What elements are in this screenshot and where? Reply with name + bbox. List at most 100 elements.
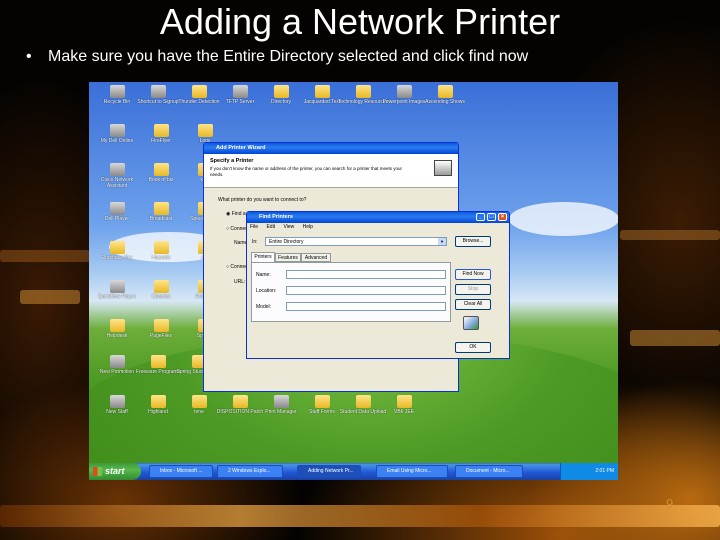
wizard-title: Add Printer Wizard [216,145,266,151]
windows-flag-icon [93,467,102,476]
app-icon [109,395,125,408]
taskbar-item-active[interactable]: Adding Network Pr... [297,465,361,478]
folder-icon [150,395,166,408]
recycle-bin-icon [109,85,125,98]
folder-icon [314,85,330,98]
folder-icon [109,319,125,332]
wizard-subheading: If you don't know the name or address of… [210,166,402,177]
tab-printers[interactable]: Printers [251,252,275,262]
taskbar-item[interactable]: 2 Windows Explo... [217,465,283,478]
background-glow [20,290,80,304]
taskbar-item-label: Email Using Micro... [387,468,432,474]
cloud [509,202,618,236]
in-select[interactable]: Entire Directory ▼ [265,237,447,246]
desktop-icon[interactable]: VB6 JEE [378,394,430,434]
wizard-question: What printer do you want to connect to? [218,197,307,203]
taskbar-item[interactable]: Inbox - Microsoft ... [149,465,213,478]
clock: 2:01 PM [595,468,614,474]
folder-icon [355,395,371,408]
maximize-button[interactable]: □ [487,213,496,221]
name-field[interactable] [286,270,446,279]
wizard-url-label: URL: [234,279,246,285]
menu-file[interactable]: File [250,224,258,230]
location-field[interactable] [286,286,446,295]
menu-help[interactable]: Help [303,224,313,230]
folder-icon [153,124,169,137]
folder-icon [314,395,330,408]
find-title: Find Printers [259,214,293,220]
background-glow [630,330,720,346]
find-printers-window: Find Printers _ □ × File Edit View Help … [246,211,510,359]
minimize-button[interactable]: _ [476,213,485,221]
chevron-down-icon: ▼ [438,238,446,245]
folder-icon [153,280,169,293]
taskbar: start Inbox - Microsoft ... 2 Windows Ex… [89,463,618,480]
app-icon [109,280,125,293]
wizard-title-bar: Add Printer Wizard [204,143,458,154]
in-select-value: Entire Directory [269,239,304,245]
shortcut-icon [150,85,166,98]
folder-icon [355,85,371,98]
stop-button[interactable]: Stop [455,284,491,295]
app-icon [109,202,125,215]
folder-icon [191,85,207,98]
slide-title: Adding a Network Printer [159,1,561,42]
desktop-icon[interactable]: Ascending Shows [419,84,471,124]
desktop-icon-label: Ascending Shows [425,99,465,105]
desktop-icon-label: VB6 JEE [393,409,414,415]
folder-icon [153,241,169,254]
app-icon [109,163,125,176]
close-button[interactable]: × [498,213,507,221]
taskbar-item-label: Adding Network Pr... [308,468,354,474]
ok-button[interactable]: OK [455,342,491,353]
field-model-label: Model: [256,304,272,310]
screenshot-desktop: Recycle Bin Shortcut to Signup Thunder Det… [89,82,618,480]
browse-button[interactable]: Browse... [455,236,491,247]
printer-icon [434,160,452,176]
printers-tab-panel: Name: Location: Model: [251,262,451,322]
background-glow [0,250,90,262]
background-glow [620,230,720,240]
app-icon [273,395,289,408]
app-icon [232,85,248,98]
slide-number: 9 [666,496,674,511]
clear-all-button[interactable]: Clear All [455,299,491,310]
powerpoint-icon [396,85,412,98]
taskbar-item-label: Document - Micro... [466,468,510,474]
bullet-marker: • [26,48,32,65]
tab-features[interactable]: Features [275,253,301,262]
app-icon [109,124,125,137]
wizard-header: Specify a Printer If you don't know the … [204,154,458,188]
find-title-bar: Find Printers _ □ × [247,212,509,223]
menu-view[interactable]: View [283,224,294,230]
in-label: In: [252,239,258,245]
folder-icon [153,202,169,215]
bullet-text: Make sure you have the Entire Directory … [48,48,529,65]
folder-icon [153,163,169,176]
taskbar-item-label: 2 Windows Explo... [228,468,271,474]
folder-icon [191,395,207,408]
field-location-label: Location: [256,288,277,294]
taskbar-item[interactable]: Email Using Micro... [376,465,448,478]
start-button[interactable]: start [89,463,141,480]
folder-icon [437,85,453,98]
folder-icon [396,395,412,408]
folder-icon [109,241,125,254]
start-label: start [105,466,125,476]
field-name-label: Name: [256,272,271,278]
menu-edit[interactable]: Edit [266,224,275,230]
find-menu-bar: File Edit View Help [247,223,509,232]
folder-icon [232,395,248,408]
model-field[interactable] [286,302,446,311]
folder-icon [150,355,166,368]
search-printer-icon [463,316,479,330]
slide-bullet: • Make sure you have the Entire Directory… [26,46,528,68]
tab-advanced[interactable]: Advanced [301,253,331,262]
folder-icon [197,124,213,137]
taskbar-item[interactable]: Document - Micro... [455,465,523,478]
taskbar-item-label: Inbox - Microsoft ... [160,468,203,474]
app-icon [109,355,125,368]
find-now-button[interactable]: Find Now [455,269,491,280]
background-glow [0,505,720,527]
system-tray: 2:01 PM [560,463,618,480]
